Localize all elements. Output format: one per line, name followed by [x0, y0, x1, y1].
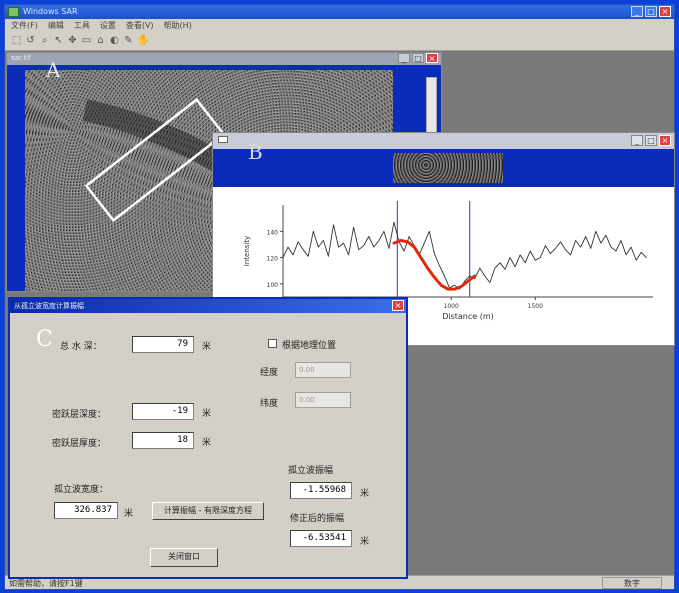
longitude-label: 经度	[260, 368, 279, 378]
menu-edit[interactable]: 编辑	[48, 19, 64, 33]
menu-tools[interactable]: 工具	[74, 19, 90, 33]
geo-location-checkbox[interactable]	[268, 339, 277, 348]
minimize-icon[interactable]: _	[631, 135, 643, 146]
minimize-icon[interactable]: _	[631, 6, 643, 17]
maximize-icon[interactable]: □	[412, 53, 424, 63]
rect-tool-icon[interactable]: ▭	[81, 35, 92, 47]
total-depth-label: 总 水 深：	[60, 342, 102, 352]
x-axis-label: Distance (m)	[442, 312, 494, 321]
dialog-title: 从孤立波宽度计算振幅	[14, 302, 84, 310]
amplitude-label: 孤立波振幅	[288, 466, 334, 476]
toolbar: ⬚ ↺ ⌕ ↖ ✥ ▭ ⌂ ◐ ✎ ✋	[5, 33, 674, 51]
menu-help[interactable]: 帮助(H)	[164, 19, 192, 33]
panel-label-a: A	[46, 58, 61, 82]
unit-label: 米	[360, 489, 370, 499]
y-tick-label: 100	[267, 282, 279, 289]
corrected-amplitude-output: -6.53541	[290, 530, 352, 547]
close-window-button[interactable]: 关闭窗口	[150, 548, 218, 567]
select-tool-icon[interactable]: ⬚	[11, 35, 22, 47]
cursor-tool-icon[interactable]: ↖	[53, 35, 64, 47]
latitude-label: 纬度	[260, 399, 279, 409]
dialog-titlebar: 从孤立波宽度计算振幅 ×	[10, 299, 406, 313]
zoom-tool-icon[interactable]: ⌕	[39, 35, 50, 47]
latitude-input[interactable]: 0.00	[295, 392, 351, 408]
unit-label: 米	[360, 537, 370, 547]
intensity-series-line	[282, 221, 647, 290]
thermocline-thickness-label: 密跃层厚度：	[52, 439, 107, 449]
thermocline-depth-input[interactable]: -19	[132, 403, 194, 420]
unit-label: 米	[202, 438, 212, 448]
rotate-tool-icon[interactable]: ↺	[25, 35, 36, 47]
sar-window-controls: _ □ ×	[398, 53, 438, 63]
menu-file[interactable]: 文件(F)	[11, 19, 38, 33]
close-icon[interactable]: ×	[659, 6, 671, 17]
hand-tool-icon[interactable]: ✋	[137, 35, 149, 47]
pencil-tool-icon[interactable]: ✎	[123, 35, 134, 47]
panel-label-c: C	[36, 327, 53, 352]
longitude-input[interactable]: 0.00	[295, 362, 351, 378]
moon-tool-icon[interactable]: ◐	[109, 35, 120, 47]
menubar: 文件(F) 编辑 工具 设置 查看(V) 帮助(H)	[5, 19, 674, 33]
sar-image-titlebar: sar.tif _ □ ×	[7, 53, 441, 65]
window-controls: _ □ ×	[631, 6, 671, 17]
unit-label: 米	[124, 509, 134, 519]
y-tick-label: 140	[267, 229, 279, 236]
profile-image-band	[213, 149, 674, 187]
fitted-soliton-line	[392, 239, 477, 291]
menu-settings[interactable]: 设置	[100, 19, 116, 33]
unit-label: 米	[202, 409, 212, 419]
app-logo-icon	[8, 7, 19, 17]
profile-image-strip	[393, 153, 503, 183]
menu-view[interactable]: 查看(V)	[126, 19, 154, 33]
pan-tool-icon[interactable]: ✥	[67, 35, 78, 47]
calculate-amplitude-button[interactable]: 计算振幅 - 有限深度方程	[152, 502, 264, 520]
app-titlebar: Windows SAR _ □ ×	[5, 5, 674, 19]
corrected-amplitude-label: 修正后的振幅	[290, 514, 345, 524]
window-icon	[218, 136, 228, 143]
close-icon[interactable]: ×	[659, 135, 671, 146]
amplitude-output: -1.55968	[290, 482, 352, 499]
panel-label-b: B	[248, 140, 263, 164]
thermocline-depth-label: 密跃层深度：	[52, 410, 107, 420]
wave-width-input[interactable]: 326.837	[54, 502, 118, 519]
wave-width-label: 孤立波宽度：	[54, 485, 109, 495]
profile-titlebar: _ □ ×	[213, 133, 674, 149]
app-title: Windows SAR	[23, 7, 78, 16]
total-depth-input[interactable]: 79	[132, 336, 194, 353]
x-tick-label: 1000	[444, 303, 459, 310]
status-text: 如需帮助，请按F1键	[9, 579, 83, 588]
close-icon[interactable]: ×	[392, 300, 404, 311]
polygon-tool-icon[interactable]: ⌂	[95, 35, 106, 47]
y-axis-label: Intensity	[243, 236, 251, 266]
unit-label: 米	[202, 342, 212, 352]
x-tick-label: 1500	[528, 303, 543, 310]
amplitude-dialog: 从孤立波宽度计算振幅 × C 总 水 深： 79 米 根据地理位置 经度 0.0…	[8, 297, 408, 579]
close-icon[interactable]: ×	[426, 53, 438, 63]
status-indicator: 数字	[602, 577, 662, 589]
thermocline-thickness-input[interactable]: 18	[132, 432, 194, 449]
geo-location-label: 根据地理位置	[282, 341, 337, 351]
sar-image-title: sar.tif	[11, 54, 31, 62]
maximize-icon[interactable]: □	[645, 135, 657, 146]
profile-window-controls: _ □ ×	[631, 135, 671, 146]
minimize-icon[interactable]: _	[398, 53, 410, 63]
y-tick-label: 120	[267, 256, 279, 263]
maximize-icon[interactable]: □	[645, 6, 657, 17]
